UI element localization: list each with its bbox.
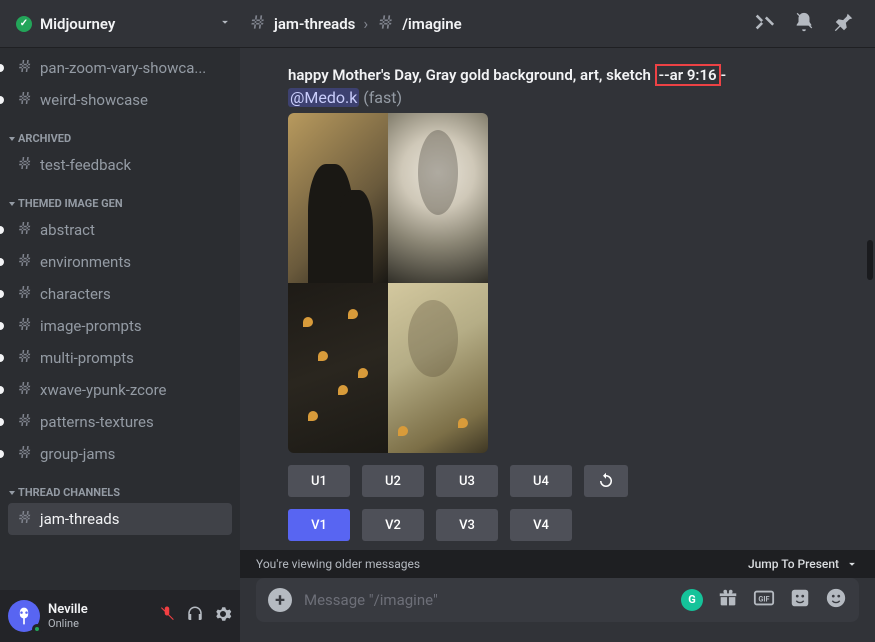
server-name: Midjourney: [40, 15, 218, 33]
hash-icon: [16, 154, 34, 176]
channel-item[interactable]: multi-prompts: [8, 342, 232, 374]
v2-button[interactable]: V2: [362, 509, 424, 541]
unread-indicator: [0, 386, 4, 394]
grammarly-icon[interactable]: [681, 589, 703, 611]
unread-indicator: [0, 418, 4, 426]
channel-item[interactable]: patterns-textures: [8, 406, 232, 438]
unread-indicator: [0, 290, 4, 298]
pin-icon[interactable]: [833, 11, 855, 37]
v1-button[interactable]: V1: [288, 509, 350, 541]
hash-icon: [16, 315, 34, 337]
headphones-icon[interactable]: [186, 605, 204, 627]
svg-text:GIF: GIF: [758, 594, 769, 603]
gear-icon[interactable]: [214, 605, 232, 627]
generated-image-grid[interactable]: [288, 113, 488, 453]
gif-icon[interactable]: GIF: [753, 587, 775, 614]
hash-icon: [16, 251, 34, 273]
jump-to-present-button[interactable]: Jump To Present: [748, 557, 859, 571]
hash-icon: [16, 283, 34, 305]
u1-button[interactable]: U1: [288, 465, 350, 497]
older-messages-banner: You're viewing older messages Jump To Pr…: [240, 550, 875, 578]
user-name: Neville: [48, 602, 158, 617]
server-verified-badge: ✓: [16, 16, 32, 32]
v4-button[interactable]: V4: [510, 509, 572, 541]
message-meta: @Medo.k (fast): [288, 88, 827, 107]
v3-button[interactable]: V3: [436, 509, 498, 541]
chevron-down-icon: [218, 14, 232, 33]
thread-name: /imagine: [402, 15, 462, 33]
channel-item[interactable]: image-prompts: [8, 310, 232, 342]
u2-button[interactable]: U2: [362, 465, 424, 497]
user-status: Online: [48, 617, 158, 630]
channel-item[interactable]: weird-showcase: [8, 84, 232, 116]
unread-indicator: [0, 258, 4, 266]
channel-item[interactable]: characters: [8, 278, 232, 310]
refresh-button[interactable]: [584, 465, 628, 497]
channel-item[interactable]: test-feedback: [8, 149, 232, 181]
scrollbar-thumb[interactable]: [867, 240, 873, 280]
mic-muted-icon[interactable]: [158, 605, 176, 627]
channel-label: test-feedback: [40, 156, 131, 174]
channel-label: pan-zoom-vary-showca...: [40, 59, 206, 77]
channel-name: jam-threads: [274, 15, 355, 33]
unread-indicator: [0, 322, 4, 330]
channel-label: jam-threads: [40, 510, 119, 528]
channel-label: multi-prompts: [40, 349, 134, 367]
sticker-icon[interactable]: [789, 587, 811, 614]
unread-indicator: [0, 354, 4, 362]
user-panel: Neville Online: [0, 590, 240, 642]
section-header[interactable]: THEMED IMAGE GEN: [8, 181, 232, 214]
channel-item[interactable]: environments: [8, 246, 232, 278]
section-header[interactable]: ARCHIVED: [8, 116, 232, 149]
hash-icon: [16, 443, 34, 465]
unread-indicator: [0, 226, 4, 234]
hash-icon: [16, 57, 34, 79]
hash-icon: [248, 12, 268, 36]
hash-icon: [16, 219, 34, 241]
channel-label: image-prompts: [40, 317, 142, 335]
channel-item[interactable]: jam-threads: [8, 503, 232, 535]
thread-icon: [376, 12, 396, 36]
channel-label: weird-showcase: [40, 91, 148, 109]
emoji-icon[interactable]: [825, 587, 847, 614]
message-prompt: happy Mother's Day, Gray gold background…: [288, 64, 827, 86]
channel-item[interactable]: abstract: [8, 214, 232, 246]
message-input[interactable]: Message "/imagine": [304, 591, 669, 609]
section-header[interactable]: THREAD CHANNELS: [8, 470, 232, 503]
hash-icon: [16, 508, 34, 530]
channel-label: abstract: [40, 221, 95, 239]
u4-button[interactable]: U4: [510, 465, 572, 497]
threads-icon[interactable]: [753, 11, 775, 37]
breadcrumb-separator: ›: [363, 14, 368, 33]
unread-indicator: [0, 450, 4, 458]
hash-icon: [16, 411, 34, 433]
user-mention[interactable]: @Medo.k: [288, 88, 359, 107]
message-input-container: + Message "/imagine" GIF: [256, 578, 859, 622]
unread-indicator: [0, 96, 4, 104]
channel-label: characters: [40, 285, 111, 303]
hash-icon: [16, 89, 34, 111]
channel-label: group-jams: [40, 445, 115, 463]
hash-icon: [16, 347, 34, 369]
channel-label: patterns-textures: [40, 413, 154, 431]
notifications-icon[interactable]: [793, 11, 815, 37]
hash-icon: [16, 379, 34, 401]
channel-label: xwave-ypunk-zcore: [40, 381, 166, 399]
unread-indicator: [0, 64, 4, 72]
channel-item[interactable]: xwave-ypunk-zcore: [8, 374, 232, 406]
highlighted-param: --ar 9:16: [655, 64, 721, 86]
channel-label: environments: [40, 253, 131, 271]
add-attachment-button[interactable]: +: [268, 588, 292, 612]
channel-item[interactable]: group-jams: [8, 438, 232, 470]
u3-button[interactable]: U3: [436, 465, 498, 497]
user-avatar[interactable]: [8, 600, 40, 632]
gift-icon[interactable]: [717, 587, 739, 614]
channel-item[interactable]: pan-zoom-vary-showca...: [8, 52, 232, 84]
server-dropdown[interactable]: ✓ Midjourney: [8, 14, 240, 33]
status-indicator: [32, 624, 42, 634]
